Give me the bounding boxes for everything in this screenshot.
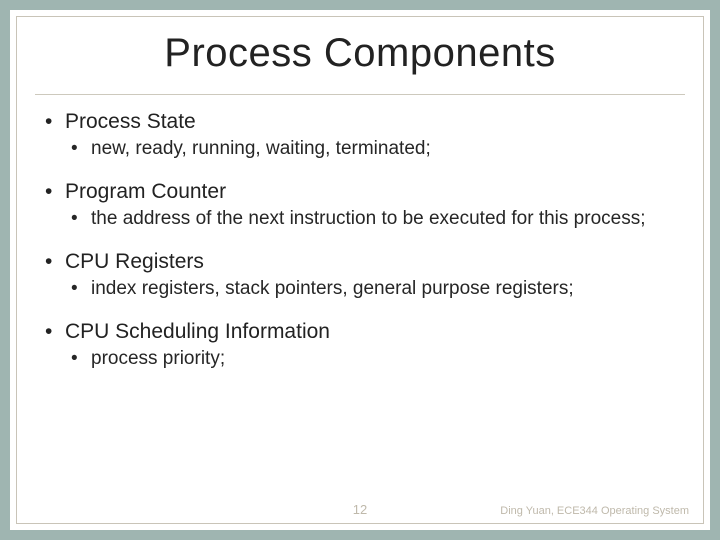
sub-list-item: • process priority; — [41, 347, 685, 371]
section-heading: CPU Scheduling Information — [65, 319, 330, 345]
list-item: • CPU Scheduling Information • process p… — [41, 319, 685, 371]
footer-attribution: Ding Yuan, ECE344 Operating System — [500, 505, 689, 517]
slide-content: • Process State • new, ready, running, w… — [35, 109, 685, 371]
bullet-icon: • — [71, 137, 91, 161]
bullet-icon: • — [41, 179, 65, 205]
bullet-icon: • — [41, 109, 65, 135]
section-heading: Program Counter — [65, 179, 226, 205]
bullet-icon: • — [71, 277, 91, 301]
bullet-icon: • — [41, 319, 65, 345]
bullet-list: • Process State • new, ready, running, w… — [41, 109, 685, 371]
slide-inner: Process Components • Process State • new… — [16, 16, 704, 524]
section-heading: CPU Registers — [65, 249, 204, 275]
bullet-icon: • — [71, 207, 91, 231]
section-detail: new, ready, running, waiting, terminated… — [91, 137, 685, 161]
list-item: • CPU Registers • index registers, stack… — [41, 249, 685, 301]
section-detail: the address of the next instruction to b… — [91, 207, 685, 231]
list-item: • Process State • new, ready, running, w… — [41, 109, 685, 161]
title-divider — [35, 94, 685, 95]
sub-list-item: • new, ready, running, waiting, terminat… — [41, 137, 685, 161]
section-heading: Process State — [65, 109, 196, 135]
slide-title: Process Components — [35, 31, 685, 76]
bullet-icon: • — [41, 249, 65, 275]
sub-list-item: • the address of the next instruction to… — [41, 207, 685, 231]
slide-frame: Process Components • Process State • new… — [0, 0, 720, 540]
sub-list-item: • index registers, stack pointers, gener… — [41, 277, 685, 301]
list-item: • Program Counter • the address of the n… — [41, 179, 685, 231]
section-detail: index registers, stack pointers, general… — [91, 277, 685, 301]
bullet-icon: • — [71, 347, 91, 371]
section-detail: process priority; — [91, 347, 685, 371]
